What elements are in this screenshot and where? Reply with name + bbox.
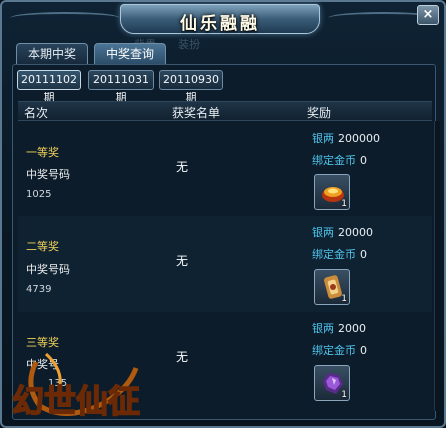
reward-silver: 银两 200000 — [312, 130, 380, 146]
period-button[interactable]: 20111031期 — [88, 70, 154, 104]
prize-tier: 二等奖 — [26, 240, 59, 253]
winning-code-label: 中奖号码 — [26, 263, 70, 276]
svg-text:幻世仙征: 幻世仙征 — [12, 382, 140, 420]
game-logo: 幻世仙征 — [11, 352, 141, 421]
reward-silver: 银两 2000 — [312, 320, 366, 336]
reward-gold: 绑定金币 0 — [312, 342, 367, 358]
reward-gold-amount: 0 — [360, 248, 367, 261]
winner-list: 无 — [176, 350, 189, 364]
reward-silver: 银两 20000 — [312, 224, 373, 240]
period-button[interactable]: 20110930期 — [159, 70, 223, 104]
reward-silver-amount: 20000 — [338, 226, 373, 239]
period-button[interactable]: 20111102期 — [17, 70, 81, 104]
tab-winner-lookup[interactable]: 中奖查询 — [94, 43, 166, 65]
reward-silver-amount: 200000 — [338, 132, 380, 145]
banner-ornament-left — [10, 12, 120, 24]
scrollbar-track[interactable] — [434, 121, 440, 411]
winner-list: 无 — [176, 254, 189, 268]
column-header-winners: 获奖名单 — [172, 106, 221, 120]
item-quantity: 1 — [341, 199, 347, 209]
reward-item-slot[interactable]: 1 — [314, 269, 350, 305]
reward-gold-label: 绑定金币 — [312, 248, 356, 261]
window-title: 仙乐融融 — [180, 14, 260, 34]
winning-code: 4739 — [26, 284, 52, 295]
faded-tab-label: 装扮 — [178, 38, 200, 51]
column-header-rank: 名次 — [24, 106, 49, 120]
reward-gold: 绑定金币 0 — [312, 152, 367, 168]
reward-gold-amount: 0 — [360, 154, 367, 167]
title-banner: 仙乐融融 — [120, 4, 320, 34]
reward-gold-amount: 0 — [360, 344, 367, 357]
reward-silver-amount: 2000 — [338, 322, 366, 335]
reward-gold: 绑定金币 0 — [312, 246, 367, 262]
reward-silver-label: 银两 — [312, 322, 334, 335]
table-row: 二等奖 中奖号码 4739 无 银两 20000 绑定金币 0 1 — [18, 216, 432, 312]
prize-tier: 一等奖 — [26, 146, 59, 159]
table-header: 名次 获奖名单 奖励 — [18, 101, 432, 121]
item-quantity: 1 — [341, 294, 347, 304]
tab-current-winners[interactable]: 本期中奖 — [16, 43, 88, 65]
winning-code-label: 中奖号码 — [26, 168, 70, 181]
column-header-reward: 奖励 — [307, 106, 332, 120]
close-button[interactable]: × — [417, 5, 439, 25]
table-row: 一等奖 中奖号码 1025 无 银两 200000 绑定金币 0 1 — [18, 124, 432, 216]
reward-silver-label: 银两 — [312, 132, 334, 145]
item-quantity: 1 — [341, 390, 347, 400]
reward-silver-label: 银两 — [312, 226, 334, 239]
reward-item-slot[interactable]: 1 — [314, 365, 350, 401]
winning-code: 1025 — [26, 189, 52, 200]
reward-item-slot[interactable]: 1 — [314, 174, 350, 210]
lottery-window: 仙乐融融 × 背贵 装扮 本期中奖 中奖查询 20111102期 2011103… — [0, 0, 446, 428]
winner-list: 无 — [176, 160, 189, 174]
reward-gold-label: 绑定金币 — [312, 344, 356, 357]
reward-gold-label: 绑定金币 — [312, 154, 356, 167]
